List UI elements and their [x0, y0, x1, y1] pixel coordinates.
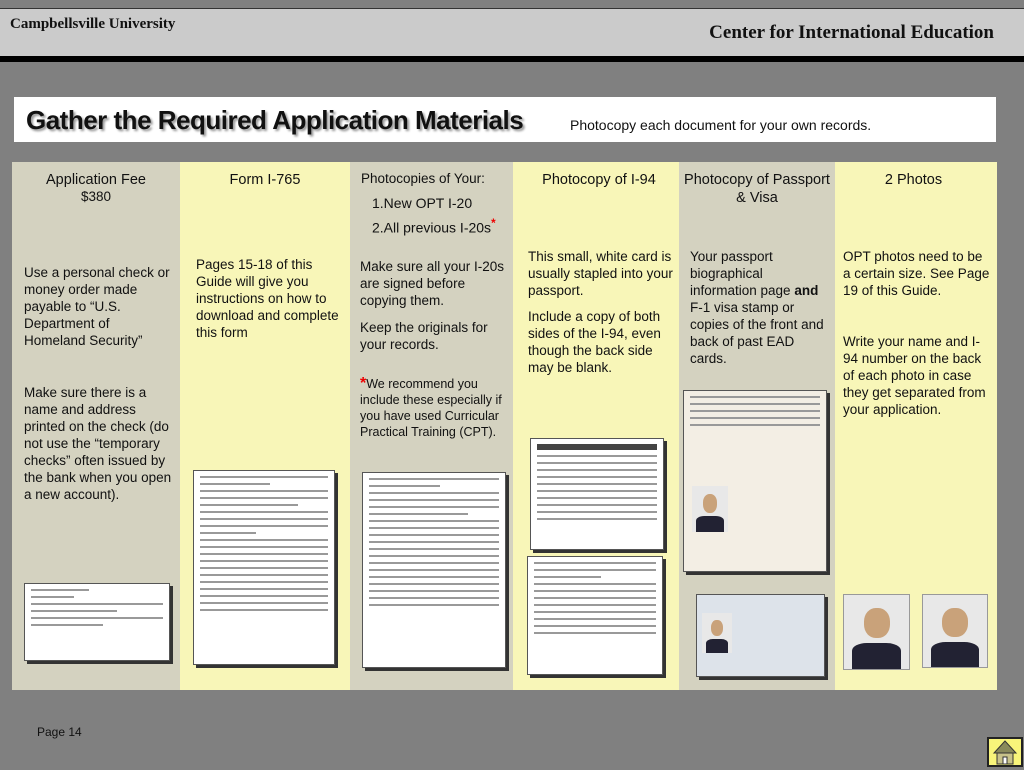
home-icon — [992, 740, 1018, 765]
fee-amount: $380 — [80, 189, 112, 204]
department-name: Center for International Education — [709, 22, 994, 43]
column-text: Make sure there is a name and address pr… — [24, 385, 172, 502]
column-i20: Photocopies of Your: 1.New OPT I-20 2.Al… — [350, 162, 513, 690]
column-title: Form I-765 — [229, 172, 301, 188]
list-item-text: 2.All previous I-20s — [372, 219, 492, 236]
asterisk: * — [491, 217, 496, 230]
column-text: Keep the originals for your records. — [360, 320, 488, 352]
list-item: 1.New OPT I-20 — [372, 195, 473, 211]
column-title: Photocopy of Passport & Visa — [684, 172, 830, 206]
column-application-fee: Application Fee $380 Use a personal chec… — [12, 162, 180, 690]
column-text: Include a copy of both sides of the I-94… — [528, 309, 661, 375]
column-photos: 2 Photos OPT photos need to be a certain… — [835, 162, 997, 690]
list-item: 2.All previous I-20s* — [372, 215, 496, 237]
visa-image — [696, 594, 825, 677]
passport-photo — [843, 594, 910, 670]
page-subtitle: Photocopy each document for your own rec… — [570, 117, 872, 133]
column-text: Pages 15-18 of this Guide will give you … — [196, 257, 339, 340]
column-text: Make sure all your I-20s are signed befo… — [360, 259, 505, 308]
home-button[interactable] — [987, 737, 1023, 767]
column-text: Write your name and I-94 number on the b… — [843, 334, 986, 417]
cpt-note: *We recommend you include these especial… — [360, 376, 505, 440]
title-bar: Gather the Required Application Material… — [14, 97, 996, 142]
column-text: Use a personal check or money order made… — [24, 265, 170, 348]
column-title: 2 Photos — [884, 172, 943, 188]
check-image — [24, 583, 170, 661]
i94-back-image — [527, 556, 663, 675]
text-bold: and — [794, 283, 819, 298]
page-number: Page 14 — [37, 725, 82, 739]
column-title: Photocopy of I-94 — [542, 172, 656, 188]
page-title: Gather the Required Application Material… — [26, 105, 524, 135]
passport-photo — [922, 594, 988, 668]
text-part: Your passport biographical information p… — [690, 249, 791, 298]
form-i765-image — [193, 470, 335, 665]
column-form-i765: Form I-765 Pages 15-18 of this Guide wil… — [180, 162, 350, 690]
text-part: F-1 visa stamp or copies of the front an… — [690, 300, 824, 366]
column-text: This small, white card is usually staple… — [528, 249, 673, 298]
column-text: OPT photos need to be a certain size. Se… — [843, 249, 990, 298]
column-passport-visa: Photocopy of Passport & Visa Your passpo… — [679, 162, 835, 690]
column-text: Your passport biographical information p… — [690, 248, 825, 367]
i20-form-image — [362, 472, 506, 668]
note-text: We recommend you include these especiall… — [360, 377, 502, 439]
i94-front-image — [530, 438, 664, 550]
passport-image — [683, 390, 827, 572]
column-title: Photocopies of Your: — [361, 171, 485, 186]
header-bar: Campbellsville University Center for Int… — [0, 8, 1024, 60]
column-i94: Photocopy of I-94 This small, white card… — [513, 162, 679, 690]
university-name: Campbellsville University — [10, 16, 176, 32]
column-title: Application Fee — [46, 172, 146, 188]
